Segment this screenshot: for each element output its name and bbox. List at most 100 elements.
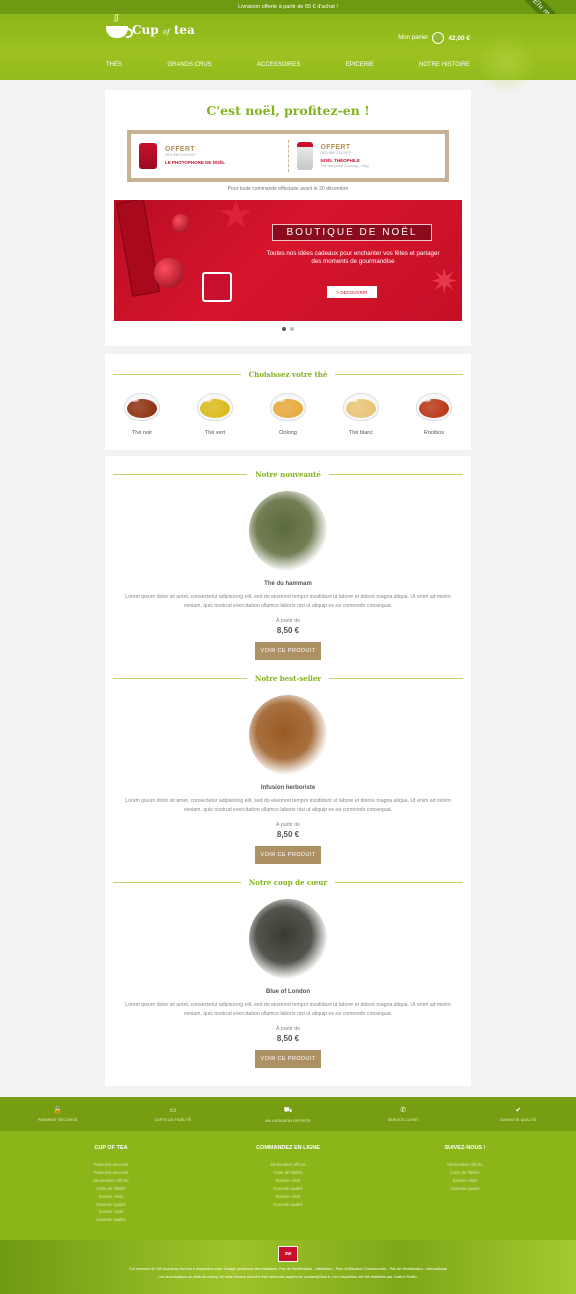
- reassurance-bar: 🔒 PAIEMENT SÉCURISÉ ▭ CARTE DE FIDÉLITÉ ⛟ M…: [0, 1097, 576, 1131]
- site-header: ∫∫ Cup of tea Mon panier 🛒 42,00 € THÉS …: [0, 13, 576, 94]
- footer-link[interactable]: Paiement sécurisé: [56, 1169, 166, 1177]
- price-from-label: À partir de: [276, 618, 300, 624]
- carousel-dot-active[interactable]: [282, 327, 286, 331]
- star-decoration-icon: ★: [218, 200, 254, 237]
- section-title: Choisissez votre thé: [105, 370, 471, 379]
- product-image[interactable]: [249, 491, 327, 571]
- offer-note: Pour toute commande effectuée avant le 2…: [227, 186, 349, 192]
- promo-topbar: Livraison offerte à partir de 65 € d'ach…: [0, 0, 576, 14]
- carousel-dot[interactable]: [290, 327, 294, 331]
- section-title: Notre nouveauté: [105, 470, 471, 479]
- tea-types-section: Choisissez votre thé Thé noir Thé vert O…: [105, 354, 471, 450]
- christmas-title: C'est noël, profitez-en !: [206, 103, 370, 118]
- footer-column: CUP OF TEA Paiement sécurisé Paiement sé…: [56, 1145, 166, 1240]
- christmas-section: C'est noël, profitez-en ! OFFERT DÈS 65€…: [105, 90, 471, 346]
- product-name[interactable]: Thé du hammam: [105, 581, 471, 587]
- reassurance-item[interactable]: ▭ CARTE DE FIDÉLITÉ: [118, 1106, 228, 1122]
- footer-link[interactable]: Garantie qualité: [56, 1216, 166, 1224]
- discover-button[interactable]: > DECOUVRIR: [327, 286, 377, 298]
- gift-offer-2: OFFERT DÈS 85€ D'ACHAT* NOËL THÉOPHILE T…: [296, 142, 438, 170]
- footer-link[interactable]: Ma livraison offerte: [410, 1161, 520, 1169]
- nav-item-accessoires[interactable]: ACCESSOIRES: [257, 62, 300, 68]
- view-product-button[interactable]: VOIR CE PRODUIT: [255, 846, 321, 864]
- logo-text: Cup of tea: [132, 23, 195, 37]
- card-icon: ▭: [169, 1107, 177, 1114]
- gift-box-image: [115, 200, 161, 297]
- footer-link[interactable]: Garantie qualité: [233, 1185, 343, 1193]
- legal-bar: 3W Cet exercice de 3W Academy est mis à …: [0, 1240, 576, 1294]
- reassurance-item[interactable]: ⛟ MA LIVRAISON OFFERTE: [233, 1106, 343, 1123]
- tea-type-vert[interactable]: Thé vert: [190, 393, 240, 436]
- footer-link[interactable]: Service client: [233, 1193, 343, 1201]
- product-name[interactable]: Infusion herboriste: [105, 785, 471, 791]
- teacup-icon: ∫∫: [106, 13, 133, 38]
- hero-title-box: BOUTIQUE DE NOËL: [272, 224, 432, 241]
- cart-label: Mon panier: [398, 35, 429, 41]
- cart-total: 42,00 €: [448, 34, 470, 42]
- promo-message: Livraison offerte à partir de 65 € d'ach…: [238, 4, 338, 10]
- offer-product-detail: Thé vert pruné & cocnig - 100g: [320, 164, 369, 168]
- footer-column: COMMANDEZ EN LIGNE Ma livraison offerte …: [233, 1145, 343, 1240]
- gift-offer-banner[interactable]: OFFERT DÈS 65€ D'ACHAT* LE PHOTOPHORE DE…: [127, 130, 449, 182]
- footer-link[interactable]: Service client: [56, 1208, 166, 1216]
- footer-link[interactable]: Garantie qualité: [410, 1185, 520, 1193]
- tea-type-blanc[interactable]: Thé blanc: [336, 393, 386, 436]
- nav-item-grands-crus[interactable]: GRANDS CRUS: [167, 62, 211, 68]
- featured-products-section: Notre nouveauté Thé du hammam Lorem ipsu…: [105, 456, 471, 1086]
- footer-link[interactable]: Carte de fidélité: [233, 1169, 343, 1177]
- legal-text: Les autorisations au-delà du champ de ce…: [158, 1275, 418, 1279]
- nav-item-epicerie[interactable]: EPICERIE: [346, 62, 374, 68]
- footer-link[interactable]: Garantie qualité: [56, 1201, 166, 1209]
- cart-summary[interactable]: Mon panier 🛒 42,00 €: [398, 32, 470, 44]
- product-description: Lorem ipsum dolor sit amet, consectetur …: [125, 798, 451, 813]
- footer-link[interactable]: Service client: [410, 1177, 520, 1185]
- price-from-label: À partir de: [276, 822, 300, 828]
- footer-column: SUIVEZ-NOUS ! Ma livraison offerte Carte…: [410, 1145, 520, 1240]
- product-card: Notre coup de cœur Blue of London Lorem …: [105, 878, 471, 1068]
- offer-condition: DÈS 85€ D'ACHAT*: [320, 151, 352, 155]
- offer-condition: DÈS 65€ D'ACHAT*: [165, 153, 197, 157]
- section-title: Notre coup de cœur: [105, 878, 471, 887]
- product-price: 8,50 €: [276, 830, 300, 839]
- product-description: Lorem ipsum dolor sit amet, consectetur …: [125, 594, 451, 609]
- footer-link[interactable]: Garantie qualité: [233, 1201, 343, 1209]
- footer-column-title: CUP OF TEA: [94, 1145, 128, 1151]
- product-description: Lorem ipsum dolor sit amet, consectetur …: [125, 1002, 451, 1017]
- footer-link[interactable]: Carte de fidélité: [56, 1185, 166, 1193]
- reassurance-item[interactable]: ✔ GARANTIE QUALITÉ: [463, 1106, 573, 1122]
- main-nav: THÉS GRANDS CRUS ACCESSOIRES EPICERIE NO…: [106, 62, 470, 68]
- tea-type-noir[interactable]: Thé noir: [117, 393, 167, 436]
- footer-link[interactable]: Ma livraison offerte: [56, 1177, 166, 1185]
- cart-icon[interactable]: 🛒: [432, 32, 445, 44]
- christmas-hero-banner[interactable]: ★ ✷ BOUTIQUE DE NOËL Toutes nos idées ca…: [114, 200, 462, 321]
- view-product-button[interactable]: VOIR CE PRODUIT: [255, 1050, 321, 1068]
- footer-link[interactable]: Carte de fidélité: [410, 1169, 520, 1177]
- bauble-image: [154, 258, 184, 288]
- product-image[interactable]: [249, 899, 327, 979]
- tea-type-rooibos[interactable]: Rooibos: [409, 393, 459, 436]
- product-image[interactable]: [249, 695, 327, 775]
- price-from-label: À partir de: [276, 1026, 300, 1032]
- tea-type-list: Thé noir Thé vert Oolong Thé blanc Rooib…: [105, 379, 471, 436]
- product-price: 8,50 €: [276, 626, 300, 635]
- footer-link[interactable]: Ma livraison offerte: [233, 1161, 343, 1169]
- academy-badge-logo: 3W: [278, 1246, 298, 1262]
- site-logo[interactable]: ∫∫ Cup of tea: [106, 13, 195, 38]
- product-name[interactable]: Blue of London: [105, 989, 471, 995]
- view-product-button[interactable]: VOIR CE PRODUIT: [255, 642, 321, 660]
- product-card: Notre best-seller Infusion herboriste Lo…: [105, 674, 471, 864]
- tea-tin-image: [296, 142, 313, 170]
- reassurance-item[interactable]: 🔒 PAIEMENT SÉCURISÉ: [3, 1106, 113, 1122]
- footer-link[interactable]: Paiement sécurisé: [56, 1161, 166, 1169]
- phone-icon: ✆: [400, 1107, 407, 1114]
- footer-link[interactable]: Service client: [56, 1193, 166, 1201]
- carousel-dots: [113, 327, 463, 331]
- tea-type-oolong[interactable]: Oolong: [263, 393, 313, 436]
- bauble-image: [172, 214, 190, 232]
- reassurance-item[interactable]: ✆ SERVICE CLIENT: [348, 1106, 458, 1122]
- footer-column-title: SUIVEZ-NOUS !: [444, 1145, 486, 1151]
- footer-column-title: COMMANDEZ EN LIGNE: [256, 1145, 320, 1151]
- footer-link[interactable]: Service client: [233, 1177, 343, 1185]
- nav-item-notre-histoire[interactable]: NOTRE HISTOIRE: [419, 62, 470, 68]
- nav-item-thes[interactable]: THÉS: [106, 62, 122, 68]
